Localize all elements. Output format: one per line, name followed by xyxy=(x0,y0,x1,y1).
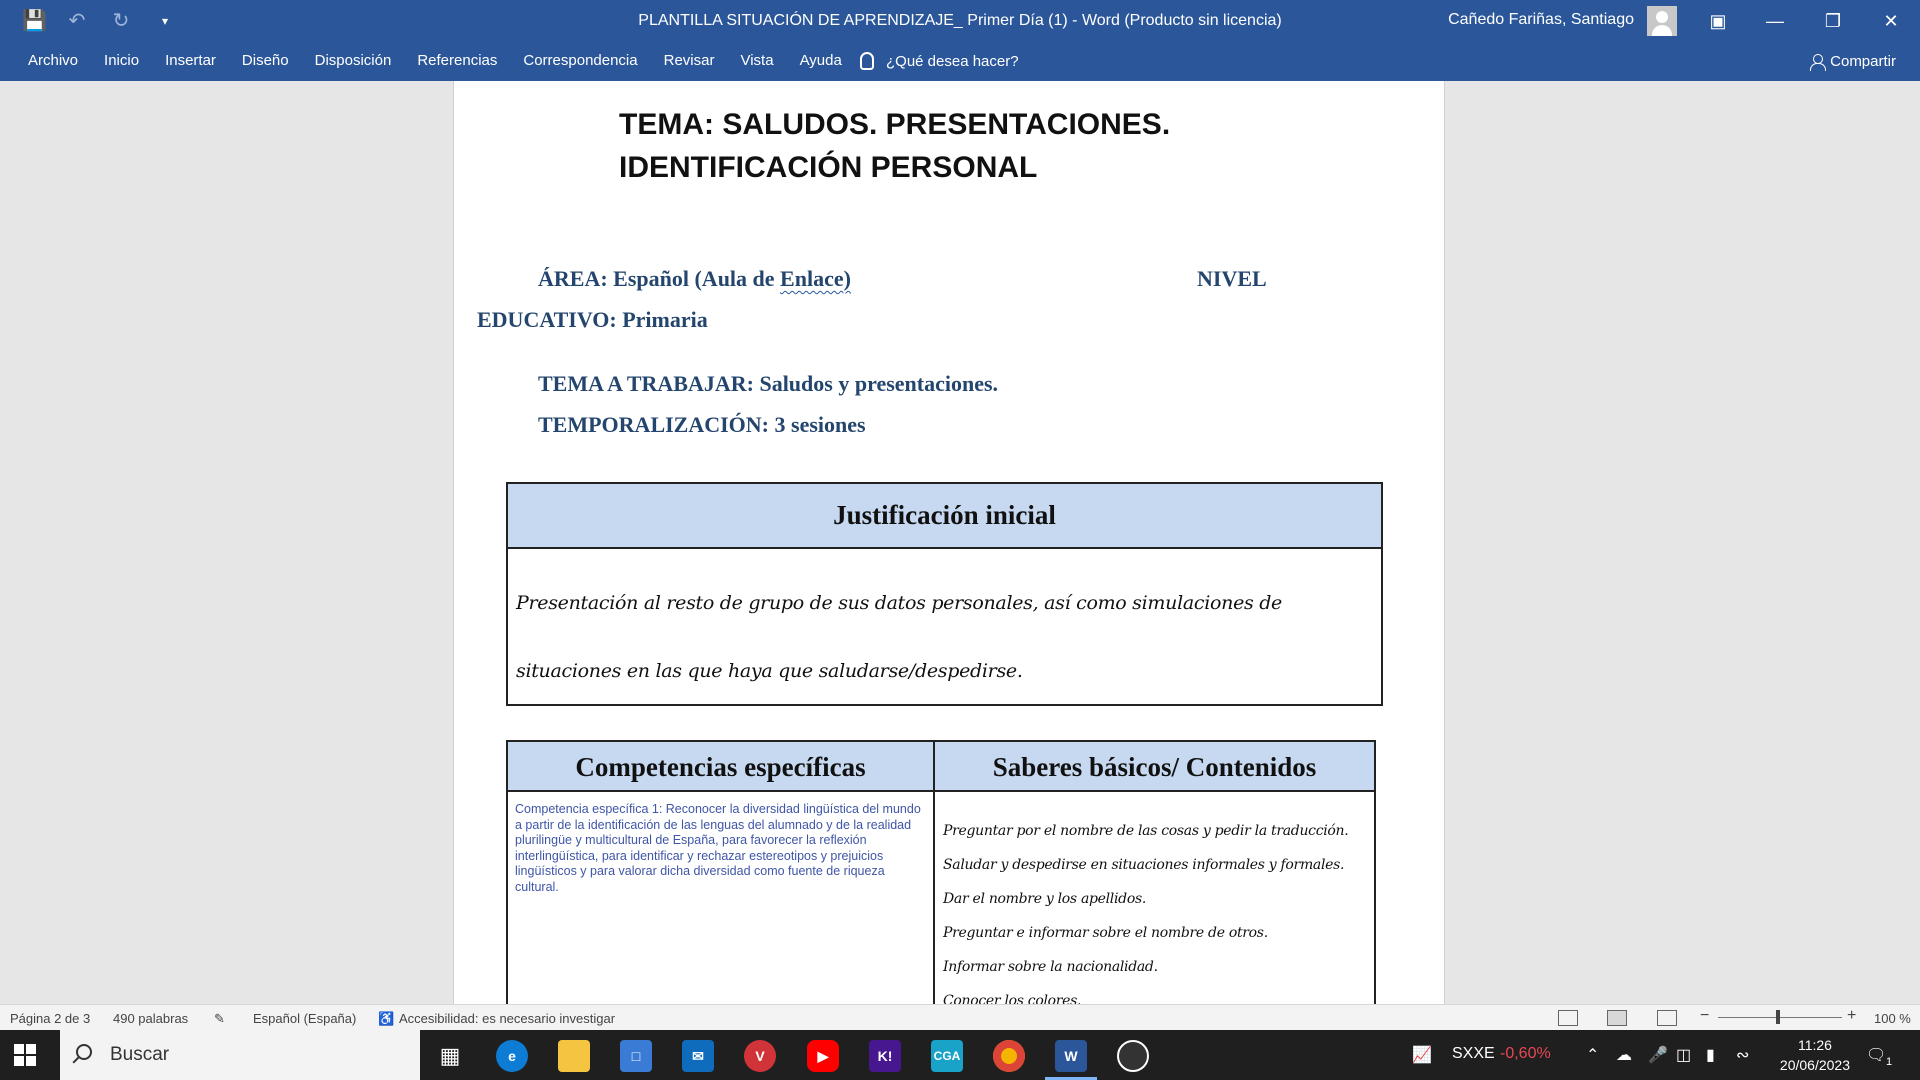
person-icon xyxy=(1810,53,1827,71)
word-count[interactable]: 490 palabras xyxy=(113,1011,188,1026)
competencies-column: Competencias específicas Competencia esp… xyxy=(508,742,935,1004)
tab-correspondencia[interactable]: Correspondencia xyxy=(510,52,650,69)
language[interactable]: Español (España) xyxy=(253,1011,356,1026)
file-explorer-icon[interactable] xyxy=(558,1040,590,1072)
justification-body[interactable]: Presentación al resto de grupo de sus da… xyxy=(508,549,1381,705)
tell-me-label: ¿Qué desea hacer? xyxy=(886,52,1019,70)
area-squiggle-text: Enlace) xyxy=(780,266,851,291)
search-placeholder: Buscar xyxy=(110,1044,170,1065)
lightbulb-icon xyxy=(860,52,874,70)
wifi-icon[interactable]: ∾ xyxy=(1736,1045,1749,1065)
educativo-field: EDUCATIVO: Primaria xyxy=(477,307,708,332)
tab-disposición[interactable]: Disposición xyxy=(302,52,405,69)
windows-start-icon[interactable] xyxy=(14,1044,36,1066)
list-item[interactable]: Dar el nombre y los apellidos. xyxy=(943,882,1366,916)
clock-time: 11:26 xyxy=(1797,1037,1832,1053)
proofing-icon[interactable]: ✎ xyxy=(214,1011,225,1027)
tab-archivo[interactable]: Archivo xyxy=(15,52,91,69)
word-icon[interactable]: W xyxy=(1045,1040,1097,1080)
accessibility-status[interactable]: Accesibilidad: es necesario investigar xyxy=(399,1011,615,1026)
tab-diseño[interactable]: Diseño xyxy=(229,52,302,69)
display-icon[interactable]: ◫ xyxy=(1676,1045,1691,1065)
chrome-icon[interactable] xyxy=(993,1040,1025,1072)
tab-list: Archivo Inicio Insertar Diseño Disposición Re… xyxy=(15,52,855,69)
screen-recorder-icon[interactable] xyxy=(1117,1040,1149,1072)
share-label: Compartir xyxy=(1830,53,1896,70)
saberes-column: Saberes básicos/ Contenidos Preguntar po… xyxy=(935,742,1374,1004)
read-mode-icon[interactable] xyxy=(1558,1010,1578,1026)
task-view-icon[interactable]: ▦ xyxy=(434,1040,466,1072)
stock-chart-icon[interactable]: 📈 xyxy=(1412,1045,1432,1065)
share-button[interactable]: Compartir xyxy=(1810,53,1896,71)
justification-header: Justificación inicial xyxy=(508,484,1381,549)
list-item[interactable]: Conocer los colores. xyxy=(943,984,1366,1004)
chevron-up-icon[interactable]: ⌃ xyxy=(1586,1045,1599,1065)
tab-revisar[interactable]: Revisar xyxy=(651,52,728,69)
document-page[interactable]: TEMA: SALUDOS. PRESENTACIONES. IDENTIFIC… xyxy=(453,81,1445,1004)
zoom-level[interactable]: 100 % xyxy=(1874,1011,1911,1026)
tab-referencias[interactable]: Referencias xyxy=(404,52,510,69)
topic-heading: TEMA: SALUDOS. PRESENTACIONES. IDENTIFIC… xyxy=(619,103,1170,189)
temporalizacion-field: TEMPORALIZACIÓN: 3 sesiones xyxy=(538,412,866,437)
zoom-in-icon[interactable]: + xyxy=(1847,1007,1856,1025)
tab-vista[interactable]: Vista xyxy=(727,52,786,69)
competencies-header: Competencias específicas xyxy=(508,742,933,792)
zoom-slider-thumb[interactable] xyxy=(1776,1010,1780,1024)
edge-icon[interactable]: e xyxy=(496,1040,528,1072)
battery-icon[interactable]: ▮ xyxy=(1706,1045,1715,1065)
area-field: ÁREA: Español (Aula de Enlace) xyxy=(538,266,851,292)
stock-label[interactable]: SXXE xyxy=(1452,1045,1495,1063)
title-bar: 💾 ↶ ↻ ▾ PLANTILLA SITUACIÓN DE APRENDIZA… xyxy=(0,0,1920,44)
taskbar: Buscar ▦ e □ ✉ V ▶ K! CGA W 📈 SXXE -0,60… xyxy=(0,1030,1920,1080)
list-item[interactable]: Preguntar e informar sobre el nombre de … xyxy=(943,916,1366,950)
zoom-out-icon[interactable]: − xyxy=(1700,1007,1709,1025)
taskbar-search[interactable]: Buscar xyxy=(60,1030,420,1080)
web-layout-icon[interactable] xyxy=(1657,1010,1677,1026)
status-bar: Página 2 de 3 490 palabras ✎ Español (Es… xyxy=(0,1004,1920,1030)
saberes-list: Preguntar por el nombre de las cosas y p… xyxy=(935,792,1374,1004)
zoom-slider[interactable] xyxy=(1718,1017,1842,1018)
stock-change[interactable]: -0,60% xyxy=(1500,1045,1551,1063)
justification-table: Justificación inicial Presentación al re… xyxy=(506,482,1383,706)
close-icon[interactable]: ✕ xyxy=(1868,6,1914,36)
store-icon[interactable]: □ xyxy=(620,1040,652,1072)
saberes-header: Saberes básicos/ Contenidos xyxy=(935,742,1374,792)
microphone-icon[interactable]: 🎤 xyxy=(1648,1045,1668,1065)
print-layout-icon[interactable] xyxy=(1607,1010,1627,1026)
youtube-icon[interactable]: ▶ xyxy=(807,1040,839,1072)
list-item[interactable]: Saludar y despedirse en situaciones info… xyxy=(943,848,1366,882)
search-icon xyxy=(76,1044,92,1060)
clock-date: 20/06/2023 xyxy=(1779,1057,1850,1073)
onedrive-icon[interactable]: ☁ xyxy=(1616,1045,1632,1065)
restore-icon[interactable]: ❐ xyxy=(1810,6,1856,36)
kahoot-icon[interactable]: K! xyxy=(869,1040,901,1072)
list-item[interactable]: Informar sobre la nacionalidad. xyxy=(943,950,1366,984)
topic-line-1: TEMA: SALUDOS. PRESENTACIONES. xyxy=(619,108,1171,141)
remote-app-icon[interactable]: V xyxy=(744,1040,776,1072)
competency-text[interactable]: Competencia específica 1: Reconocer la d… xyxy=(508,792,933,905)
cga-icon[interactable]: CGA xyxy=(931,1040,963,1072)
area-label: ÁREA: Español (Aula de xyxy=(538,266,781,291)
tab-ayuda[interactable]: Ayuda xyxy=(787,52,855,69)
system-clock[interactable]: 11:26 20/06/2023 xyxy=(1780,1035,1850,1075)
list-item[interactable]: Preguntar por el nombre de las cosas y p… xyxy=(943,814,1366,848)
notification-count: 1 xyxy=(1886,1056,1893,1068)
tab-insertar[interactable]: Insertar xyxy=(152,52,229,69)
minimize-icon[interactable]: — xyxy=(1752,6,1798,36)
tema-trabajar-field: TEMA A TRABAJAR: Saludos y presentacione… xyxy=(538,371,999,396)
ribbon-tabs: Archivo Inicio Insertar Diseño Disposición Re… xyxy=(0,44,1920,81)
mail-icon[interactable]: ✉ xyxy=(682,1040,714,1072)
user-name[interactable]: Cañedo Fariñas, Santiago xyxy=(1448,11,1634,29)
document-canvas[interactable]: TEMA: SALUDOS. PRESENTACIONES. IDENTIFIC… xyxy=(0,81,1920,1004)
notification-icon[interactable]: 🗨 xyxy=(1866,1045,1886,1065)
tell-me-box[interactable]: ¿Qué desea hacer? xyxy=(860,52,1019,70)
avatar[interactable] xyxy=(1647,6,1677,36)
nivel-label: NIVEL xyxy=(1197,266,1267,291)
ribbon-display-icon[interactable]: ▣ xyxy=(1695,6,1741,36)
competencies-table: Competencias específicas Competencia esp… xyxy=(506,740,1376,1004)
tab-inicio[interactable]: Inicio xyxy=(91,52,152,69)
page-count[interactable]: Página 2 de 3 xyxy=(10,1011,90,1026)
accessibility-icon[interactable]: ♿ xyxy=(378,1011,394,1027)
topic-line-2: IDENTIFICACIÓN PERSONAL xyxy=(619,151,1038,184)
